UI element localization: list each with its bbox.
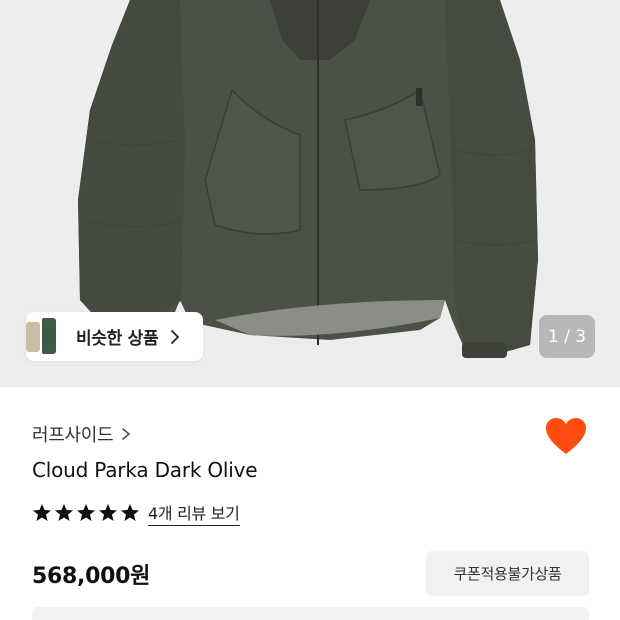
star-icon <box>99 504 117 521</box>
review-link[interactable]: 4개 리뷰 보기 <box>148 500 240 526</box>
heart-icon[interactable] <box>545 418 587 456</box>
similar-products-button[interactable]: 비슷한 상품 <box>26 312 203 361</box>
similar-products-thumbnails <box>26 312 58 361</box>
brand-name[interactable]: 러프사이드 <box>32 421 114 447</box>
image-pager: 1 / 3 <box>539 315 595 358</box>
product-price: 568,000원 <box>32 564 151 589</box>
info-box <box>32 607 589 620</box>
brand-link[interactable]: 러프사이드 <box>32 421 131 447</box>
coupon-badge: 쿠폰적용불가상품 <box>426 551 589 596</box>
chevron-right-icon <box>122 428 131 440</box>
star-icon <box>121 504 139 521</box>
star-icon <box>33 504 51 521</box>
product-title: Cloud Parka Dark Olive <box>32 458 258 482</box>
rating-stars <box>32 503 142 523</box>
star-icon <box>77 504 95 521</box>
similar-products-label: 비슷한 상품 <box>76 329 159 349</box>
chevron-right-icon <box>171 329 180 344</box>
star-icon <box>55 504 73 521</box>
rating-row: 4개 리뷰 보기 <box>32 500 240 526</box>
product-image[interactable]: 비슷한 상품 1 / 3 <box>0 0 620 387</box>
